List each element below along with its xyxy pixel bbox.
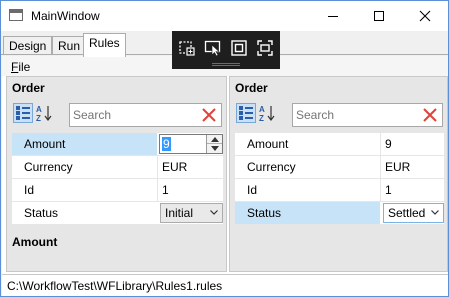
property-name: Status xyxy=(235,202,380,224)
property-name: Id xyxy=(24,183,35,197)
property-name: Id xyxy=(247,183,258,197)
menu-file-label: ile xyxy=(18,60,31,74)
menu-file[interactable]: File xyxy=(11,60,30,74)
spin-down-icon xyxy=(210,146,219,151)
chevron-down-icon xyxy=(210,210,218,215)
amount-value[interactable]: 9 xyxy=(162,137,171,151)
pointer-icon xyxy=(204,40,221,57)
object-type-header: Order xyxy=(12,81,45,95)
categorized-view-button[interactable] xyxy=(236,103,256,123)
debug-pointer-button[interactable] xyxy=(202,37,224,59)
property-row-status[interactable]: Status Settled xyxy=(235,202,444,225)
property-name: Currency xyxy=(24,160,73,174)
object-type-header: Order xyxy=(235,81,268,95)
spin-down-button[interactable] xyxy=(207,144,222,153)
alphabetical-sort-button[interactable]: A Z xyxy=(258,103,278,123)
select-element-icon xyxy=(179,41,195,56)
file-path: C:\WorkflowTest\WFLibrary\Rules1.rules xyxy=(7,279,223,293)
status-selected-value: Settled xyxy=(388,206,426,220)
property-search-box[interactable] xyxy=(69,103,222,127)
svg-text:Z: Z xyxy=(36,114,41,122)
spin-up-button[interactable] xyxy=(207,135,222,144)
categorized-view-icon xyxy=(239,106,253,120)
alphabetical-sort-button[interactable]: A Z xyxy=(35,103,55,123)
property-row-currency[interactable]: Currency EUR xyxy=(12,156,223,179)
property-grid-left: Order A Z Search Amount 9 Currency EUR I… xyxy=(6,76,227,272)
property-row-amount[interactable]: Amount 9 xyxy=(235,133,444,156)
clear-x-icon[interactable] xyxy=(422,107,438,123)
toolbar-grip[interactable] xyxy=(212,63,240,66)
window-title: MainWindow xyxy=(31,9,100,23)
search-input[interactable] xyxy=(296,107,416,123)
property-name: Amount xyxy=(247,137,289,151)
property-name: Status xyxy=(24,206,59,220)
spin-up-icon xyxy=(210,136,219,142)
property-row-currency[interactable]: Currency EUR xyxy=(235,156,444,179)
numeric-spinner xyxy=(206,135,222,153)
description-title: Amount xyxy=(12,235,58,249)
categorized-view-button[interactable] xyxy=(13,103,33,123)
tab-run[interactable]: Run xyxy=(52,36,87,55)
main-window: MainWindow Design Run Rules File Order A… xyxy=(0,0,449,297)
chevron-down-icon xyxy=(431,210,439,215)
minimize-button[interactable] xyxy=(310,1,356,31)
property-value[interactable]: 1 xyxy=(157,179,223,201)
clear-x-icon[interactable] xyxy=(201,107,217,123)
property-row-status[interactable]: Status Initial xyxy=(12,202,223,225)
svg-text:A: A xyxy=(36,105,42,114)
debug-layout-button[interactable] xyxy=(228,37,250,59)
property-value[interactable]: 9 xyxy=(380,133,444,155)
status-selected-value: Initial xyxy=(165,206,194,220)
sort-az-icon: A Z xyxy=(259,105,275,122)
debug-select-element-button[interactable] xyxy=(176,37,198,59)
status-combobox[interactable]: Initial xyxy=(160,203,223,223)
search-input[interactable] xyxy=(73,107,193,123)
property-row-amount[interactable]: Amount 9 xyxy=(12,133,223,156)
sort-az-icon: A Z xyxy=(36,105,52,122)
minimize-icon xyxy=(328,16,338,17)
amount-numeric-editor[interactable]: 9 xyxy=(159,134,223,154)
maximize-icon xyxy=(374,11,384,21)
property-value[interactable]: EUR xyxy=(157,156,223,178)
tab-rules[interactable]: Rules xyxy=(83,33,126,57)
property-list: Amount 9 Currency EUR Id 1 Status Settle… xyxy=(235,133,444,225)
status-bar: C:\WorkflowTest\WFLibrary\Rules1.rules xyxy=(2,274,448,296)
categorized-view-icon xyxy=(16,106,30,120)
debug-track-focus-button[interactable] xyxy=(254,37,276,59)
svg-text:A: A xyxy=(259,105,265,114)
track-focus-icon xyxy=(257,40,273,56)
property-row-id[interactable]: Id 1 xyxy=(235,179,444,202)
property-name: Amount xyxy=(12,133,157,155)
tab-design[interactable]: Design xyxy=(3,36,53,55)
title-bar[interactable]: MainWindow xyxy=(1,1,448,31)
status-combobox[interactable]: Settled xyxy=(383,203,444,223)
layout-adorner-icon xyxy=(231,40,247,56)
maximize-button[interactable] xyxy=(356,1,402,31)
tab-content: File Order A Z Search Amount 9 Currency … xyxy=(2,56,448,296)
property-row-id[interactable]: Id 1 xyxy=(12,179,223,202)
property-name: Currency xyxy=(247,160,296,174)
close-button[interactable] xyxy=(402,1,448,31)
svg-text:Z: Z xyxy=(259,114,264,122)
window-app-icon xyxy=(9,9,23,21)
property-grid-right: Order A Z Search Amount 9 Currency EUR I… xyxy=(229,76,448,272)
property-list: Amount 9 Currency EUR Id 1 Status Initia… xyxy=(12,133,223,225)
debug-toolbar xyxy=(172,31,280,69)
property-search-box[interactable] xyxy=(292,103,443,127)
close-icon xyxy=(419,10,431,22)
property-value[interactable]: 1 xyxy=(380,179,444,201)
property-value[interactable]: EUR xyxy=(380,156,444,178)
